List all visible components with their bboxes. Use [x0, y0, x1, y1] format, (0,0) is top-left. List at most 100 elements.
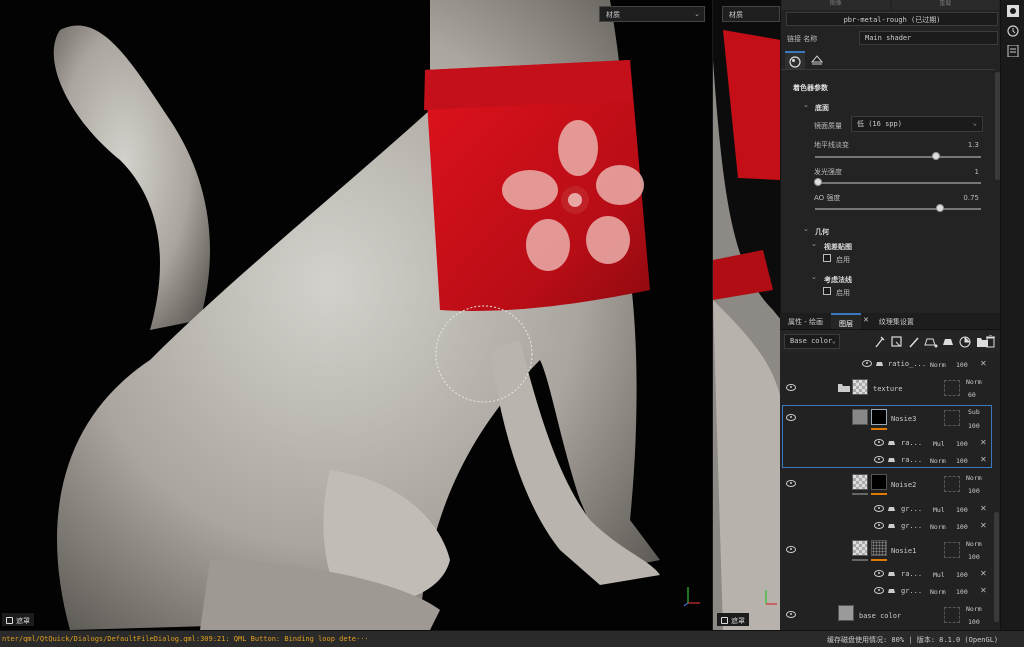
layer-sub-row[interactable]: gr... Mul 100 ✕ — [780, 501, 994, 517]
emissive-thumb[interactable] — [814, 178, 823, 186]
horizon-fade-track[interactable] — [815, 156, 981, 158]
eye-icon[interactable] — [874, 570, 884, 577]
opacity-value[interactable]: 60 — [968, 391, 976, 399]
eye-icon[interactable] — [786, 611, 796, 618]
eye-icon[interactable] — [786, 480, 796, 487]
add-effect-icon[interactable] — [875, 336, 885, 348]
history-icon[interactable] — [1007, 25, 1019, 37]
layer-name[interactable]: ra... — [901, 439, 922, 447]
remove-icon[interactable]: ✕ — [980, 569, 987, 578]
blend-mode[interactable]: Mul — [933, 440, 945, 448]
normals-checkbox[interactable] — [823, 287, 831, 295]
mask-slot[interactable] — [944, 542, 960, 558]
layer-sub-row[interactable]: ra... Mul 100 ✕ — [780, 435, 994, 451]
blend-mode[interactable]: Mul — [933, 571, 945, 579]
emissive-track[interactable] — [815, 182, 981, 184]
chevron-down-icon[interactable]: ⌄ — [803, 101, 809, 109]
parallax-checkbox[interactable] — [823, 254, 831, 262]
eye-icon[interactable] — [874, 505, 884, 512]
opacity-value[interactable]: 100 — [956, 457, 968, 465]
shader-tab-drop[interactable] — [807, 51, 827, 69]
chevron-down-icon[interactable]: ⌄ — [811, 240, 817, 248]
eye-icon[interactable] — [862, 360, 872, 367]
chevron-down-icon[interactable]: ⌄ — [811, 273, 817, 281]
remove-icon[interactable]: ✕ — [980, 586, 987, 595]
parallax-title[interactable]: 视差贴图 — [824, 242, 852, 252]
layer-row-base-color[interactable]: base color Norm 100 — [780, 602, 994, 630]
eye-icon[interactable] — [874, 587, 884, 594]
viewport-mode-dropdown[interactable]: 材质 ⌄ — [599, 6, 705, 22]
eye-icon[interactable] — [874, 439, 884, 446]
blend-mode[interactable]: Norm — [930, 588, 946, 596]
viewport-3d-main[interactable]: 材质 ⌄ 遮罩 — [0, 0, 712, 630]
remove-icon[interactable]: ✕ — [980, 438, 987, 447]
horizon-fade-thumb[interactable] — [932, 152, 941, 160]
ao-intensity-value[interactable]: 0.75 — [963, 194, 979, 202]
eye-icon[interactable] — [874, 522, 884, 529]
opacity-value[interactable]: 100 — [968, 553, 980, 561]
opacity-value[interactable]: 100 — [956, 506, 968, 514]
chevron-down-icon[interactable]: ⌄ — [803, 225, 809, 233]
camera-icon[interactable] — [1007, 5, 1019, 17]
spec-quality-select[interactable]: 低 (16 spp) ⌄ — [851, 116, 983, 132]
layer-name[interactable]: gr... — [901, 587, 922, 595]
blend-mode[interactable]: Norm — [930, 457, 946, 465]
layer-name[interactable]: gr... — [901, 505, 922, 513]
tab-layers[interactable]: 图层 — [830, 313, 861, 329]
eye-icon[interactable] — [786, 546, 796, 553]
blend-mode[interactable]: Sub — [968, 408, 980, 416]
layer-row-noise2[interactable]: Noise2 Norm 100 — [780, 471, 994, 499]
group-geometry-title[interactable]: 几何 — [815, 227, 829, 237]
viewport-mask-toggle[interactable]: 遮罩 — [2, 613, 34, 626]
blend-mode[interactable]: Norm — [966, 605, 982, 613]
ao-intensity-track[interactable] — [815, 208, 981, 210]
opacity-value[interactable]: 100 — [956, 440, 968, 448]
horizon-fade-value[interactable]: 1.3 — [968, 141, 979, 149]
layer-sub-row[interactable]: ra... Mul 100 ✕ — [780, 566, 994, 582]
mask-slot[interactable] — [944, 410, 960, 426]
opacity-value[interactable]: 100 — [968, 487, 980, 495]
blend-mode[interactable]: Norm — [966, 540, 982, 548]
layer-list[interactable]: ratio_... Norm 100 ✕ texture Norm 60 Nos… — [780, 352, 1000, 630]
layer-sub-row[interactable]: ra... Norm 100 ✕ — [780, 452, 994, 468]
layer-name[interactable]: texture — [873, 385, 903, 393]
mask-slot[interactable] — [944, 380, 960, 396]
layer-name[interactable]: Nosie3 — [891, 415, 916, 423]
add-layer-icon[interactable] — [959, 336, 971, 348]
channel-select[interactable]: Base color ⌄ — [784, 334, 840, 349]
tab-properties-paint[interactable]: 属性 - 绘画 — [780, 313, 831, 329]
log-icon[interactable] — [1007, 45, 1019, 57]
opacity-value[interactable]: 100 — [968, 422, 980, 430]
blend-mode[interactable]: Norm — [930, 361, 946, 369]
eye-icon[interactable] — [786, 414, 796, 421]
opacity-value[interactable]: 100 — [956, 588, 968, 596]
eye-icon[interactable] — [786, 384, 796, 391]
mask-slot[interactable] — [944, 607, 960, 623]
layer-row-ratio[interactable]: ratio_... Norm 100 ✕ — [780, 356, 994, 372]
opacity-value[interactable]: 100 — [956, 571, 968, 579]
add-smart-material-icon[interactable] — [943, 339, 953, 345]
layer-row-texture[interactable]: texture Norm 60 — [780, 374, 994, 404]
layer-sub-row[interactable]: gr... Norm 100 ✕ — [780, 583, 994, 599]
layer-name[interactable]: ratio_... — [888, 360, 926, 368]
normals-title[interactable]: 考虑法线 — [824, 275, 852, 285]
layer-name[interactable]: Noise2 — [891, 481, 916, 489]
layer-name[interactable]: Nosie1 — [891, 547, 916, 555]
shader-name-field[interactable]: pbr-metal-rough (已过期) — [786, 12, 998, 26]
link-name-input[interactable]: Main shader — [859, 31, 998, 45]
opacity-value[interactable]: 100 — [956, 523, 968, 531]
split-mask-toggle[interactable]: 遮罩 — [717, 613, 749, 626]
blend-mode[interactable]: Mul — [933, 506, 945, 514]
opacity-value[interactable]: 100 — [968, 618, 980, 626]
add-mask-icon[interactable] — [891, 336, 902, 347]
status-message[interactable]: nter/qml/QtQuick/Dialogs/DefaultFileDial… — [2, 635, 369, 643]
layer-name[interactable]: ra... — [901, 456, 922, 464]
remove-icon[interactable]: ✕ — [980, 455, 987, 464]
eye-icon[interactable] — [874, 456, 884, 463]
blend-mode[interactable]: Norm — [966, 378, 982, 386]
mask-slot[interactable] — [944, 476, 960, 492]
paint-brush-icon[interactable] — [909, 337, 919, 348]
trash-icon[interactable] — [985, 335, 996, 348]
split-mode-dropdown[interactable]: 材质 — [722, 6, 780, 22]
tab-texture-set-settings[interactable]: 纹理集设置 — [871, 313, 922, 329]
